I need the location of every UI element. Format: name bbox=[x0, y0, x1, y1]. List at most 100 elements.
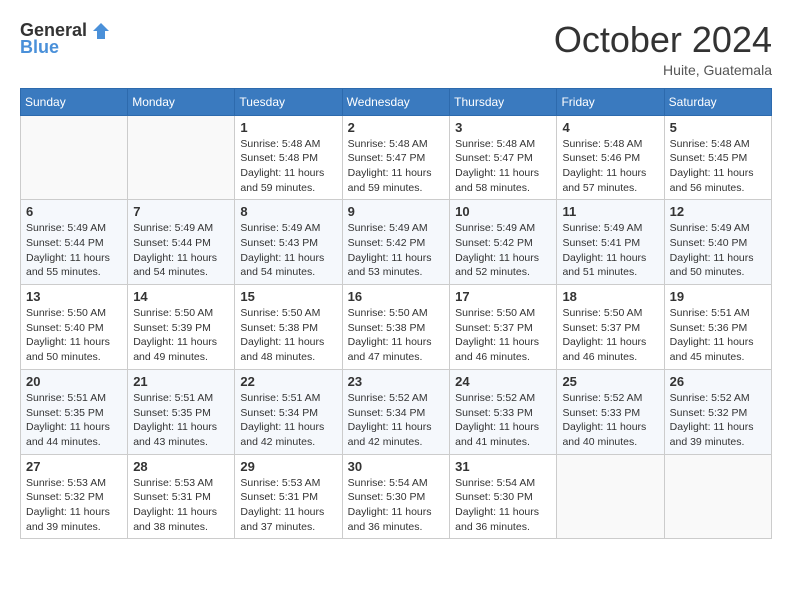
day-info: Sunrise: 5:52 AMSunset: 5:33 PMDaylight:… bbox=[455, 391, 551, 450]
day-number: 16 bbox=[348, 289, 444, 304]
day-info: Sunrise: 5:49 AMSunset: 5:44 PMDaylight:… bbox=[26, 221, 122, 280]
day-number: 7 bbox=[133, 204, 229, 219]
calendar-cell: 2 Sunrise: 5:48 AMSunset: 5:47 PMDaylight… bbox=[342, 115, 449, 200]
month-title: October 2024 bbox=[554, 20, 772, 60]
calendar-cell: 3 Sunrise: 5:48 AMSunset: 5:47 PMDaylight… bbox=[450, 115, 557, 200]
weekday-header: Thursday bbox=[450, 88, 557, 115]
day-number: 29 bbox=[240, 459, 336, 474]
day-info: Sunrise: 5:50 AMSunset: 5:38 PMDaylight:… bbox=[348, 306, 444, 365]
weekday-header: Wednesday bbox=[342, 88, 449, 115]
day-number: 5 bbox=[670, 120, 766, 135]
calendar-cell: 4Sunrise: 5:48 AMSunset: 5:46 PMDaylight… bbox=[557, 115, 664, 200]
calendar-cell: 6 Sunrise: 5:49 AMSunset: 5:44 PMDaylight… bbox=[21, 200, 128, 285]
day-info: Sunrise: 5:50 AMSunset: 5:38 PMDaylight:… bbox=[240, 306, 336, 365]
calendar-cell: 9 Sunrise: 5:49 AMSunset: 5:42 PMDaylight… bbox=[342, 200, 449, 285]
day-number: 11 bbox=[562, 204, 658, 219]
day-info: Sunrise: 5:49 AMSunset: 5:43 PMDaylight:… bbox=[240, 221, 336, 280]
day-info: Sunrise: 5:50 AMSunset: 5:39 PMDaylight:… bbox=[133, 306, 229, 365]
calendar-week-row: 27 Sunrise: 5:53 AMSunset: 5:32 PMDayligh… bbox=[21, 454, 772, 539]
day-number: 26 bbox=[670, 374, 766, 389]
day-info: Sunrise: 5:51 AMSunset: 5:35 PMDaylight:… bbox=[133, 391, 229, 450]
day-number: 31 bbox=[455, 459, 551, 474]
day-number: 9 bbox=[348, 204, 444, 219]
calendar-cell: 26 Sunrise: 5:52 AMSunset: 5:32 PMDayligh… bbox=[664, 369, 771, 454]
day-number: 30 bbox=[348, 459, 444, 474]
calendar-week-row: 1Sunrise: 5:48 AMSunset: 5:48 PMDaylight… bbox=[21, 115, 772, 200]
day-info: Sunrise: 5:48 AMSunset: 5:47 PMDaylight:… bbox=[348, 137, 444, 196]
weekday-header-row: SundayMondayTuesdayWednesdayThursdayFrid… bbox=[21, 88, 772, 115]
day-number: 6 bbox=[26, 204, 122, 219]
day-number: 12 bbox=[670, 204, 766, 219]
calendar-cell: 1Sunrise: 5:48 AMSunset: 5:48 PMDaylight… bbox=[235, 115, 342, 200]
calendar-cell: 11 Sunrise: 5:49 AMSunset: 5:41 PMDayligh… bbox=[557, 200, 664, 285]
day-number: 18 bbox=[562, 289, 658, 304]
day-info: Sunrise: 5:49 AMSunset: 5:41 PMDaylight:… bbox=[562, 221, 658, 280]
calendar-cell: 12 Sunrise: 5:49 AMSunset: 5:40 PMDayligh… bbox=[664, 200, 771, 285]
weekday-header: Monday bbox=[128, 88, 235, 115]
day-info: Sunrise: 5:49 AMSunset: 5:44 PMDaylight:… bbox=[133, 221, 229, 280]
calendar-cell: 10 Sunrise: 5:49 AMSunset: 5:42 PMDayligh… bbox=[450, 200, 557, 285]
calendar-cell: 14 Sunrise: 5:50 AMSunset: 5:39 PMDayligh… bbox=[128, 285, 235, 370]
day-number: 27 bbox=[26, 459, 122, 474]
calendar-cell: 5 Sunrise: 5:48 AMSunset: 5:45 PMDaylight… bbox=[664, 115, 771, 200]
day-info: Sunrise: 5:52 AMSunset: 5:32 PMDaylight:… bbox=[670, 391, 766, 450]
day-info: Sunrise: 5:51 AMSunset: 5:36 PMDaylight:… bbox=[670, 306, 766, 365]
calendar-cell: 21 Sunrise: 5:51 AMSunset: 5:35 PMDayligh… bbox=[128, 369, 235, 454]
title-area: October 2024 Huite, Guatemala bbox=[554, 20, 772, 78]
calendar-cell bbox=[21, 115, 128, 200]
calendar-cell: 25Sunrise: 5:52 AMSunset: 5:33 PMDayligh… bbox=[557, 369, 664, 454]
weekday-header: Sunday bbox=[21, 88, 128, 115]
day-info: Sunrise: 5:49 AMSunset: 5:40 PMDaylight:… bbox=[670, 221, 766, 280]
day-number: 3 bbox=[455, 120, 551, 135]
day-info: Sunrise: 5:53 AMSunset: 5:31 PMDaylight:… bbox=[133, 476, 229, 535]
day-info: Sunrise: 5:53 AMSunset: 5:32 PMDaylight:… bbox=[26, 476, 122, 535]
day-number: 14 bbox=[133, 289, 229, 304]
day-number: 2 bbox=[348, 120, 444, 135]
day-info: Sunrise: 5:53 AMSunset: 5:31 PMDaylight:… bbox=[240, 476, 336, 535]
calendar-cell: 24Sunrise: 5:52 AMSunset: 5:33 PMDayligh… bbox=[450, 369, 557, 454]
weekday-header: Saturday bbox=[664, 88, 771, 115]
day-info: Sunrise: 5:48 AMSunset: 5:45 PMDaylight:… bbox=[670, 137, 766, 196]
day-info: Sunrise: 5:50 AMSunset: 5:37 PMDaylight:… bbox=[455, 306, 551, 365]
calendar-cell: 30 Sunrise: 5:54 AMSunset: 5:30 PMDayligh… bbox=[342, 454, 449, 539]
calendar-cell: 31Sunrise: 5:54 AMSunset: 5:30 PMDayligh… bbox=[450, 454, 557, 539]
location: Huite, Guatemala bbox=[554, 62, 772, 78]
calendar-cell: 19Sunrise: 5:51 AMSunset: 5:36 PMDayligh… bbox=[664, 285, 771, 370]
calendar-cell: 20Sunrise: 5:51 AMSunset: 5:35 PMDayligh… bbox=[21, 369, 128, 454]
day-number: 8 bbox=[240, 204, 336, 219]
calendar-cell: 13 Sunrise: 5:50 AMSunset: 5:40 PMDayligh… bbox=[21, 285, 128, 370]
calendar-cell bbox=[664, 454, 771, 539]
calendar-week-row: 6 Sunrise: 5:49 AMSunset: 5:44 PMDaylight… bbox=[21, 200, 772, 285]
day-number: 28 bbox=[133, 459, 229, 474]
day-number: 21 bbox=[133, 374, 229, 389]
day-info: Sunrise: 5:52 AMSunset: 5:33 PMDaylight:… bbox=[562, 391, 658, 450]
calendar-cell: 18 Sunrise: 5:50 AMSunset: 5:37 PMDayligh… bbox=[557, 285, 664, 370]
day-number: 1 bbox=[240, 120, 336, 135]
calendar-cell: 23Sunrise: 5:52 AMSunset: 5:34 PMDayligh… bbox=[342, 369, 449, 454]
calendar-cell: 16 Sunrise: 5:50 AMSunset: 5:38 PMDayligh… bbox=[342, 285, 449, 370]
day-number: 10 bbox=[455, 204, 551, 219]
calendar-cell: 7 Sunrise: 5:49 AMSunset: 5:44 PMDaylight… bbox=[128, 200, 235, 285]
page-header: General Blue October 2024 Huite, Guatema… bbox=[20, 20, 772, 78]
day-info: Sunrise: 5:49 AMSunset: 5:42 PMDaylight:… bbox=[455, 221, 551, 280]
day-number: 13 bbox=[26, 289, 122, 304]
day-number: 15 bbox=[240, 289, 336, 304]
logo-icon bbox=[91, 21, 111, 41]
calendar-week-row: 13 Sunrise: 5:50 AMSunset: 5:40 PMDayligh… bbox=[21, 285, 772, 370]
calendar-cell: 22Sunrise: 5:51 AMSunset: 5:34 PMDayligh… bbox=[235, 369, 342, 454]
calendar-cell bbox=[128, 115, 235, 200]
day-info: Sunrise: 5:50 AMSunset: 5:37 PMDaylight:… bbox=[562, 306, 658, 365]
day-info: Sunrise: 5:48 AMSunset: 5:47 PMDaylight:… bbox=[455, 137, 551, 196]
weekday-header: Friday bbox=[557, 88, 664, 115]
day-info: Sunrise: 5:51 AMSunset: 5:35 PMDaylight:… bbox=[26, 391, 122, 450]
calendar-cell: 29 Sunrise: 5:53 AMSunset: 5:31 PMDayligh… bbox=[235, 454, 342, 539]
day-info: Sunrise: 5:49 AMSunset: 5:42 PMDaylight:… bbox=[348, 221, 444, 280]
day-number: 4 bbox=[562, 120, 658, 135]
day-info: Sunrise: 5:50 AMSunset: 5:40 PMDaylight:… bbox=[26, 306, 122, 365]
calendar-header: SundayMondayTuesdayWednesdayThursdayFrid… bbox=[21, 88, 772, 115]
calendar-cell: 27 Sunrise: 5:53 AMSunset: 5:32 PMDayligh… bbox=[21, 454, 128, 539]
logo-blue-text: Blue bbox=[20, 37, 59, 58]
day-info: Sunrise: 5:54 AMSunset: 5:30 PMDaylight:… bbox=[348, 476, 444, 535]
day-info: Sunrise: 5:51 AMSunset: 5:34 PMDaylight:… bbox=[240, 391, 336, 450]
calendar-cell bbox=[557, 454, 664, 539]
